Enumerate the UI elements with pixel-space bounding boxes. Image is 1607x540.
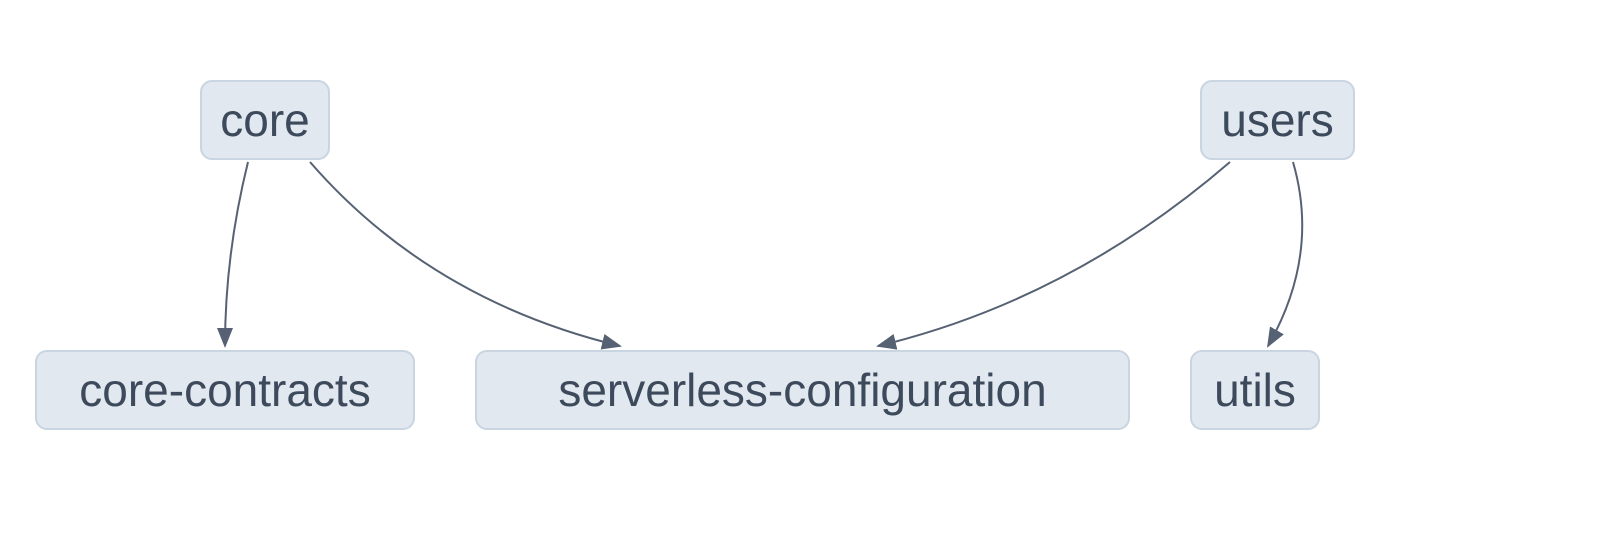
node-users: users [1200, 80, 1355, 160]
node-label: users [1221, 93, 1333, 147]
node-label: core [220, 93, 309, 147]
node-core: core [200, 80, 330, 160]
node-serverless-configuration: serverless-configuration [475, 350, 1130, 430]
edge-core-to-serverless-configuration [310, 162, 620, 346]
node-utils: utils [1190, 350, 1320, 430]
node-core-contracts: core-contracts [35, 350, 415, 430]
edge-users-to-utils [1268, 162, 1302, 346]
node-label: core-contracts [79, 363, 370, 417]
node-label: utils [1214, 363, 1296, 417]
edge-core-to-core-contracts [225, 162, 248, 346]
node-label: serverless-configuration [558, 363, 1046, 417]
edge-users-to-serverless-configuration [878, 162, 1230, 346]
